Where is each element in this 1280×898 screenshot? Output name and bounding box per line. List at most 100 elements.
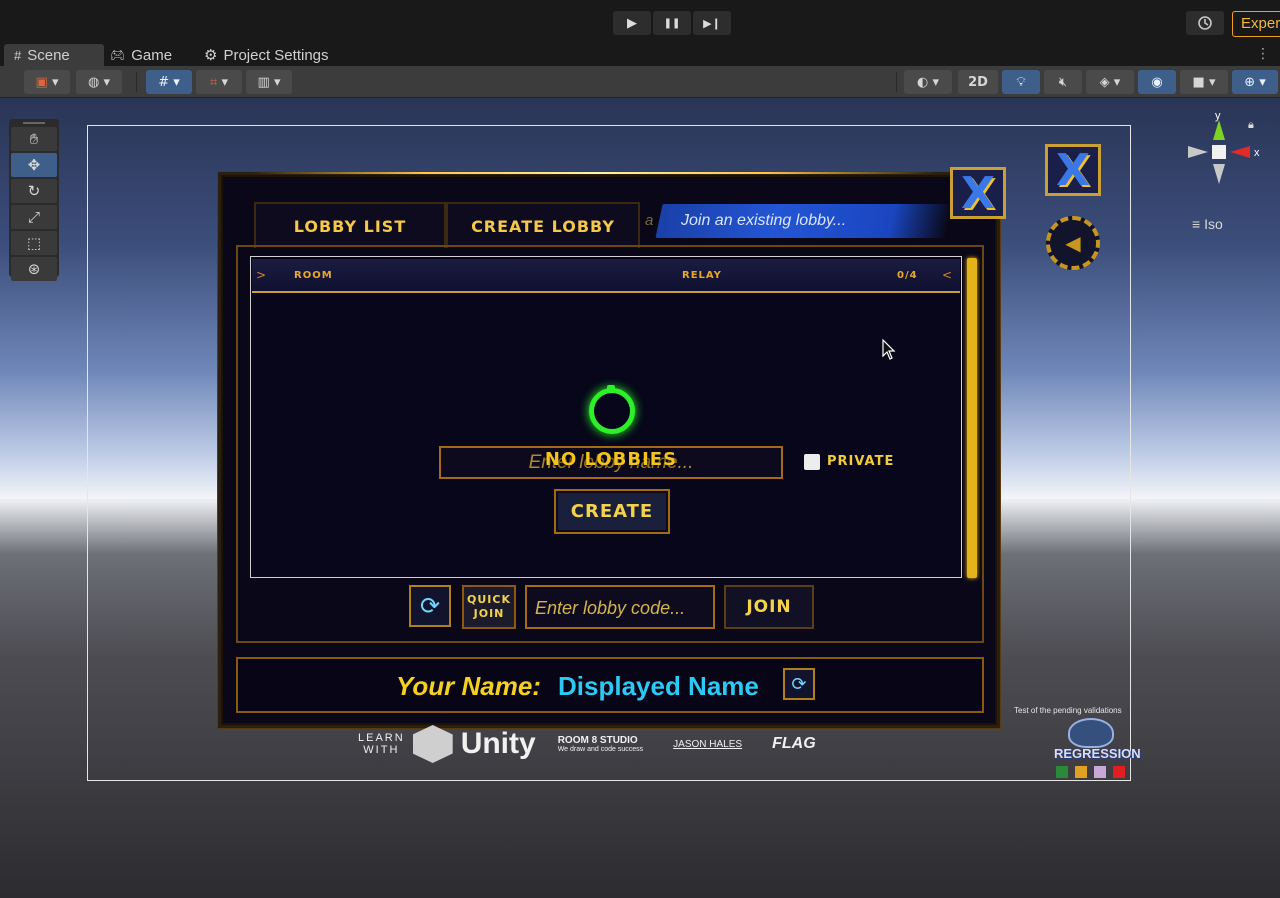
history-button[interactable] [1186, 11, 1224, 35]
scene-viewport[interactable]: ✋︎ ✥ ↻ ⤢ ⬚ ⊛ y x 🔒︎ ≡ Iso LOBBY LIST CRE… [0, 98, 1280, 898]
palette-grip[interactable] [23, 122, 45, 124]
grid-icon: # [14, 47, 22, 63]
mouse-cursor-icon [882, 339, 896, 360]
rect-tool[interactable]: ⬚ [11, 231, 57, 255]
move-icon: ✥ [27, 156, 41, 174]
hint-banner: a Join an existing lobby... [645, 204, 953, 240]
sponsor-logos: LEARN WITH Unity ROOM 8 STUDIO We draw a… [358, 724, 816, 764]
scene-toolbar: ▣ ▾ ◍ ▾ # ▾ ⌗ ▾ ▥ ▾ ◐ ▾ 2D 💡︎ 🔇︎ ◈ ▾ ◉ ■… [0, 66, 1280, 98]
effects-button[interactable]: ◈ ▾ [1086, 70, 1134, 94]
ruler-button[interactable]: ▥ ▾ [246, 70, 292, 94]
regression-swatch-yellow[interactable] [1075, 766, 1087, 778]
lobby-code-input[interactable]: Enter lobby code... [525, 585, 715, 629]
lobby-list-scrollbar[interactable] [967, 258, 977, 578]
globe-icon: ◍ [87, 74, 100, 90]
draw-mode-button[interactable]: ▣ ▾ [24, 70, 70, 94]
learn-line1: LEARN [358, 732, 405, 744]
learn-line2: WITH [363, 744, 400, 756]
join-button[interactable]: JOIN [724, 585, 814, 629]
create-button[interactable]: CREATE [554, 489, 670, 534]
grid-snap-icon: # [158, 74, 170, 90]
flag-logo: FLAG [772, 735, 816, 752]
lobby-list-header: > ROOM RELAY 0/4 < [252, 259, 960, 293]
scale-tool[interactable]: ⤢ [11, 205, 57, 229]
tab-game-label: Game [131, 46, 173, 64]
header-right-arrow-icon: < [942, 268, 953, 282]
hidden-eye-icon: ◉ [1151, 74, 1163, 90]
play-icon: ▶ [627, 15, 637, 31]
visibility-toggle[interactable]: ◉ [1138, 70, 1176, 94]
gear-icon: ⚙ [204, 47, 218, 64]
gamepad-icon: 🎮︎ [110, 48, 126, 62]
header-relay: RELAY [682, 270, 722, 281]
room8-logo: ROOM 8 STUDIO We draw and code success [558, 735, 643, 753]
more-options-icon[interactable]: ⋮ [1256, 46, 1270, 62]
tab-project-settings-label: Project Settings [223, 46, 329, 64]
regression-swatch-green[interactable] [1056, 766, 1068, 778]
shading-mode-button[interactable]: ◐ ▾ [904, 70, 952, 94]
gizmos-button[interactable]: ⊕ ▾ [1232, 70, 1278, 94]
regression-logo-text: REGRESSION [1054, 746, 1141, 761]
loading-spinner-icon [589, 388, 635, 434]
header-count: 0/4 [897, 270, 918, 281]
regression-swatch-red[interactable] [1113, 766, 1125, 778]
tab-project-settings[interactable]: ⚙ Project Settings [194, 44, 339, 66]
lock-icon[interactable]: 🔒︎ [1248, 118, 1254, 132]
header-left-arrow-icon: > [256, 268, 267, 282]
lighting-toggle[interactable]: 💡︎ [1002, 70, 1040, 94]
play-button[interactable]: ▶ [613, 11, 651, 35]
close-panel-button[interactable]: X [950, 167, 1006, 219]
hand-tool[interactable]: ✋︎ [11, 127, 57, 151]
2d-label: 2D [968, 74, 988, 90]
audio-toggle[interactable]: 🔇︎ [1044, 70, 1082, 94]
tab-lobby-list[interactable]: LOBBY LIST [254, 202, 446, 248]
grid-snap-button[interactable]: # ▾ [146, 70, 192, 94]
step-button[interactable]: ▶❙ [693, 11, 731, 35]
move-tool[interactable]: ✥ [11, 153, 57, 177]
camera-button[interactable]: ■ ▾ [1180, 70, 1228, 94]
lobby-list[interactable]: > ROOM RELAY 0/4 < Enter lobby name... N… [250, 256, 962, 578]
rect-icon: ⬚ [26, 234, 42, 252]
rotate-icon: ↻ [27, 182, 41, 200]
room8-text: ROOM 8 STUDIO [557, 735, 638, 746]
settings-gear-icon: ◀︎ [1065, 231, 1081, 255]
unity-logo: Unity [412, 725, 536, 763]
settings-button[interactable]: ◀︎ [1046, 216, 1100, 270]
hand-icon: ✋︎ [29, 130, 39, 148]
rotate-tool[interactable]: ↻ [11, 179, 57, 203]
unity-logo-text: Unity [460, 727, 536, 760]
projection-label[interactable]: ≡ Iso [1192, 216, 1223, 232]
draw-mode-icon: ▣ [35, 74, 48, 90]
ruler-icon: ▥ [257, 74, 270, 90]
transform-icon: ⊛ [27, 260, 41, 278]
quick-join-button[interactable]: QUICK JOIN [462, 585, 516, 629]
refresh-lobbies-button[interactable]: ⟳ [409, 585, 451, 627]
orientation-gizmo[interactable]: y x [1178, 112, 1268, 202]
account-button[interactable]: Exper [1232, 11, 1280, 37]
unity-cube-icon [412, 725, 453, 763]
randomize-name-button[interactable]: ⟳ [783, 668, 815, 700]
private-checkbox[interactable] [804, 454, 820, 470]
pause-icon: ❚❚ [663, 17, 681, 29]
lobby-code-placeholder: Enter lobby code... [535, 598, 686, 618]
regression-swatch-pink[interactable] [1094, 766, 1106, 778]
tab-game[interactable]: 🎮︎ Game [100, 44, 182, 66]
lightbulb-icon: 💡︎ [1016, 74, 1026, 90]
shading-icon: ◐ [916, 74, 929, 90]
hint-text: Join an existing lobby... [681, 212, 847, 229]
transform-tool[interactable]: ⊛ [11, 257, 57, 281]
playmode-controls: ▶ ❚❚ ▶❙ [613, 11, 731, 35]
displayed-name[interactable]: Displayed Name [558, 671, 759, 702]
increment-snap-button[interactable]: ⌗ ▾ [196, 70, 242, 94]
player-name-bar: Your Name: Displayed Name ⟳ [236, 657, 984, 713]
tab-scene[interactable]: # Scene [4, 44, 104, 66]
2d-toggle[interactable]: 2D [958, 70, 998, 94]
gizmo-x-label: x [1254, 147, 1260, 159]
pause-button[interactable]: ❚❚ [653, 11, 691, 35]
global-local-button[interactable]: ◍ ▾ [76, 70, 122, 94]
layers-icon: ◈ [1099, 74, 1110, 90]
regression-badge-icon [1068, 718, 1114, 748]
tab-create-lobby[interactable]: CREATE LOBBY [446, 202, 640, 248]
close-game-button[interactable]: X [1045, 144, 1101, 196]
snap-icon: ⌗ [210, 74, 218, 90]
